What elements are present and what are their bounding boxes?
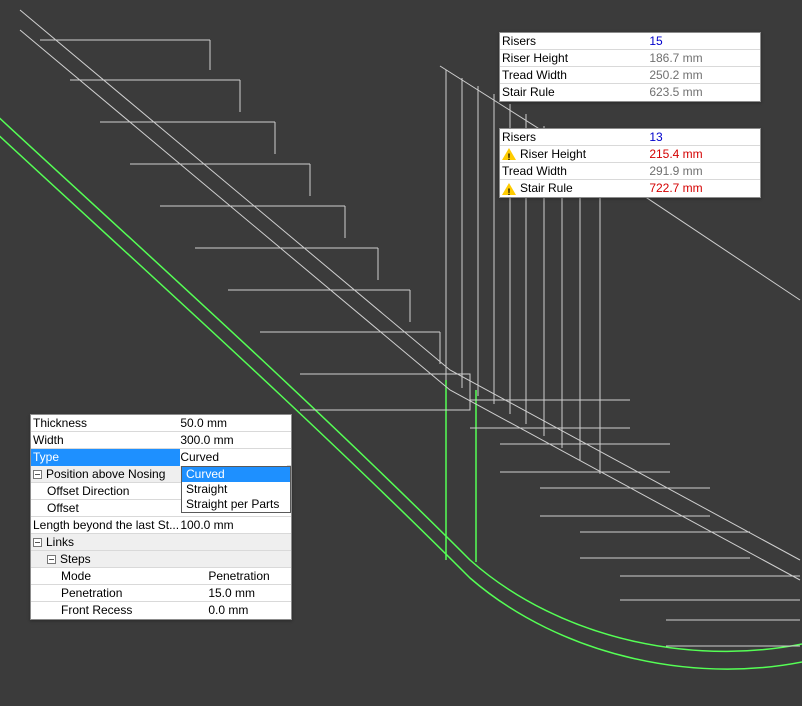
stair-rule-value: 722.7 mm [649,180,756,197]
penetration-label: Penetration [33,585,208,602]
steps-header[interactable]: Steps [31,551,291,568]
tread-width-row: Tread Width 291.9 mm [500,163,760,180]
mode-row[interactable]: Mode Penetration [31,568,291,585]
front-recess-value: 0.0 mm [208,602,287,619]
warning-icon [502,183,516,195]
length-beyond-last-row[interactable]: Length beyond the last St... 100.0 mm [31,517,291,534]
tread-width-value: 250.2 mm [649,67,756,84]
dropdown-option-straight-per-parts[interactable]: Straight per Parts [182,497,290,512]
tread-width-row: Tread Width 250.2 mm [500,67,760,84]
dropdown-option-curved[interactable]: Curved [182,467,290,482]
position-above-nosing-label: Position above Nosing [46,466,165,483]
riser-height-label: Riser Height [502,50,649,67]
collapse-icon[interactable] [33,470,42,479]
thickness-row[interactable]: Thickness 50.0 mm [31,415,291,432]
width-label: Width [33,432,180,449]
stair-rule-row: Stair Rule 722.7 mm [500,180,760,197]
riser-height-row: Riser Height 186.7 mm [500,50,760,67]
steps-label: Steps [60,551,91,568]
thickness-label: Thickness [33,415,180,432]
tread-width-label: Tread Width [502,163,649,180]
stair-info-panel-1: Risers 15 Riser Height 186.7 mm Tread Wi… [499,32,761,102]
offset-direction-label: Offset Direction [33,483,194,500]
length-beyond-last-value: 100.0 mm [180,517,287,534]
length-beyond-last-label: Length beyond the last St... [33,517,180,534]
mode-value: Penetration [208,568,287,585]
risers-value: 15 [649,33,756,50]
risers-label: Risers [502,33,649,50]
risers-row: Risers 13 [500,129,760,146]
front-recess-row[interactable]: Front Recess 0.0 mm [31,602,291,619]
risers-row: Risers 15 [500,33,760,50]
type-label: Type [31,449,180,466]
offset-label: Offset [33,500,194,517]
stair-rule-label: Stair Rule [502,180,649,197]
stringer-properties-panel: Thickness 50.0 mm Width 300.0 mm Type Cu… [30,414,292,620]
risers-value: 13 [649,129,756,146]
tread-width-value: 291.9 mm [649,163,756,180]
front-recess-label: Front Recess [33,602,208,619]
riser-height-value: 215.4 mm [649,146,756,163]
type-row[interactable]: Type Curved [31,449,291,466]
stair-rule-row: Stair Rule 623.5 mm [500,84,760,101]
stair-rule-label: Stair Rule [502,84,649,101]
thickness-value: 50.0 mm [180,415,287,432]
links-label: Links [46,534,74,551]
width-row[interactable]: Width 300.0 mm [31,432,291,449]
riser-height-value: 186.7 mm [649,50,756,67]
collapse-icon[interactable] [47,555,56,564]
type-value: Curved [180,449,287,466]
warning-icon [502,148,516,160]
type-dropdown[interactable]: Curved Straight Straight per Parts [181,466,291,513]
riser-height-label: Riser Height [502,146,649,163]
stair-rule-value: 623.5 mm [649,84,756,101]
links-header[interactable]: Links [31,534,291,551]
width-value: 300.0 mm [180,432,287,449]
mode-label: Mode [33,568,208,585]
dropdown-option-straight[interactable]: Straight [182,482,290,497]
tread-width-label: Tread Width [502,67,649,84]
stair-info-panel-2: Risers 13 Riser Height 215.4 mm Tread Wi… [499,128,761,198]
penetration-value: 15.0 mm [208,585,287,602]
riser-height-row: Riser Height 215.4 mm [500,146,760,163]
penetration-row[interactable]: Penetration 15.0 mm [31,585,291,602]
risers-label: Risers [502,129,649,146]
collapse-icon[interactable] [33,538,42,547]
